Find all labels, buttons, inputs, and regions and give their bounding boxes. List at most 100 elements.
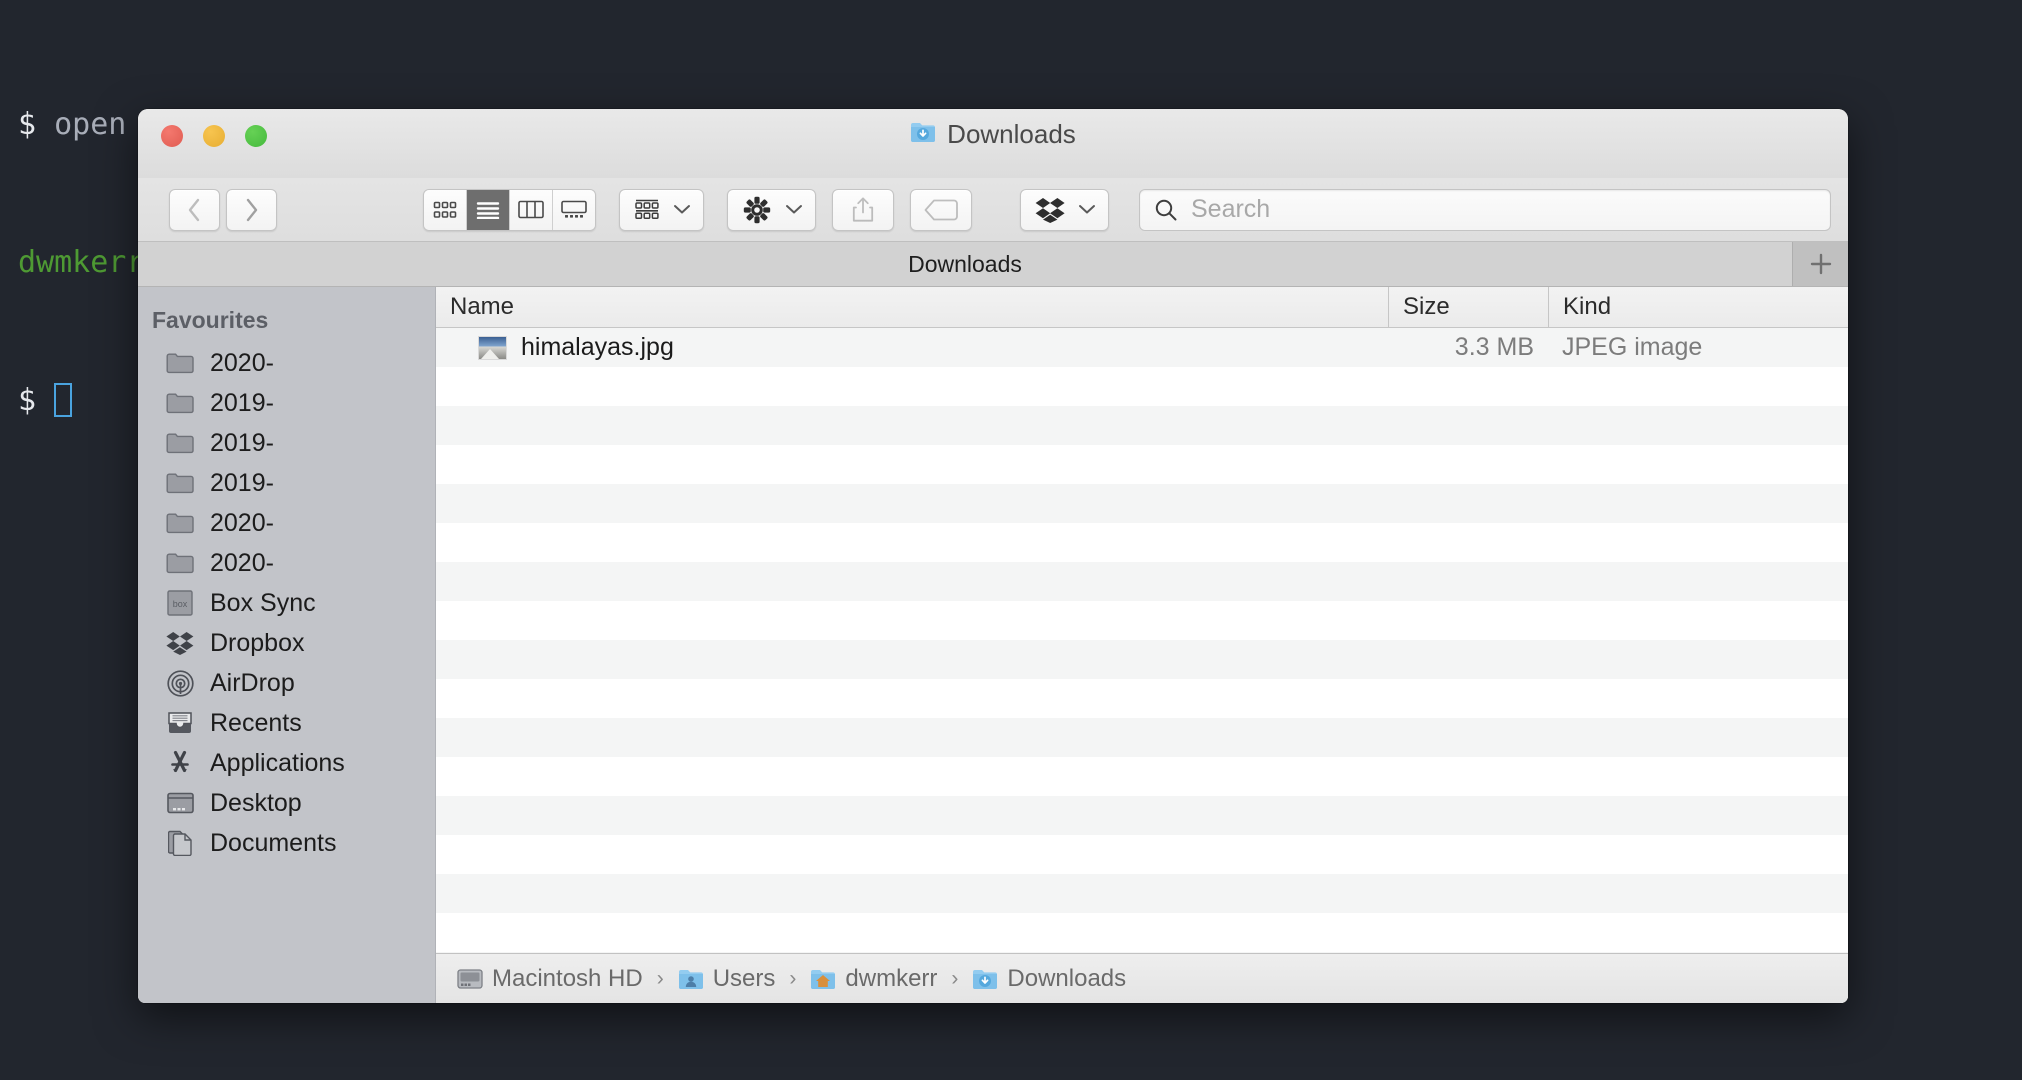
navigation-group (169, 188, 277, 231)
sidebar-item-desktop-11[interactable]: Desktop (138, 783, 435, 823)
share-icon (852, 197, 874, 222)
file-name-cell: himalayas.jpg (436, 333, 1388, 362)
chevron-left-icon (188, 198, 200, 221)
path-bar: Macintosh HD › Users › dwmkerr › Downloads (436, 953, 1848, 1003)
sidebar-item-2019-2[interactable]: 2019- (138, 423, 435, 463)
path-separator-icon: › (789, 966, 797, 990)
path-segment-dwmkerr[interactable]: dwmkerr (810, 965, 937, 993)
table-row[interactable]: himalayas.jpg 3.3 MB JPEG image (436, 328, 1848, 367)
gallery-view-button[interactable] (553, 189, 595, 230)
column-header-name[interactable]: Name (436, 287, 1388, 327)
jpeg-thumbnail (478, 335, 507, 360)
terminal-cursor (54, 383, 73, 417)
sidebar-item-2019-3[interactable]: 2019- (138, 463, 435, 503)
sidebar-item-2020-4[interactable]: 2020- (138, 503, 435, 543)
recents-icon (166, 709, 194, 737)
chevron-down-icon (1079, 205, 1095, 214)
search-field[interactable]: Search (1139, 188, 1831, 231)
path-segment-users[interactable]: Users (678, 964, 776, 993)
action-menu-button[interactable] (727, 188, 816, 231)
sidebar-item-label: Dropbox (210, 628, 305, 657)
file-name-label: himalayas.jpg (521, 333, 674, 361)
path-separator-icon: › (951, 966, 959, 990)
sidebar-item-2020-0[interactable]: 2020- (138, 343, 435, 383)
path-segment-macintosh-hd[interactable]: Macintosh HD (457, 965, 643, 993)
gear-icon (743, 196, 771, 223)
table-row-empty (436, 445, 1848, 484)
tag-icon (924, 199, 958, 220)
sidebar-item-label: Recents (210, 708, 302, 737)
folder-icon (166, 469, 194, 497)
tab-downloads[interactable]: Downloads (138, 242, 1793, 286)
users-folder-icon (678, 968, 704, 990)
svg-text:box: box (173, 599, 188, 609)
box-sync-icon: box (166, 589, 194, 617)
icon-view-button[interactable] (424, 189, 467, 230)
file-rows-container: himalayas.jpg 3.3 MB JPEG image (436, 328, 1848, 953)
file-list-pane: Name Size Kind himalayas.jpg 3.3 MB JPEG i… (436, 287, 1848, 1003)
documents-icon (166, 829, 194, 857)
sidebar-item-label: 2019- (210, 388, 274, 417)
dropbox-menu-button[interactable] (1020, 188, 1109, 231)
edit-tags-button[interactable] (910, 188, 972, 231)
sidebar-item-label: Desktop (210, 788, 302, 817)
column-header-size[interactable]: Size (1388, 287, 1548, 327)
sidebar-item-label: 2020- (210, 548, 274, 577)
sidebar-item-label: AirDrop (210, 668, 295, 697)
window-titlebar[interactable]: Downloads (138, 109, 1848, 178)
new-tab-button[interactable] (1793, 242, 1848, 286)
table-row-empty (436, 523, 1848, 562)
sidebar-item-documents-12[interactable]: Documents (138, 823, 435, 863)
column-view-button[interactable] (510, 189, 553, 230)
sidebar-item-2020-5[interactable]: 2020- (138, 543, 435, 583)
sidebar-section-favourites: Favourites (152, 307, 269, 333)
table-row-empty (436, 679, 1848, 718)
table-row-empty (436, 874, 1848, 913)
path-segment-downloads[interactable]: Downloads (972, 965, 1126, 993)
list-view-button[interactable] (467, 189, 510, 230)
sidebar-item-label: 2020- (210, 348, 274, 377)
airdrop-icon (166, 669, 194, 697)
path-separator-icon: › (656, 966, 664, 990)
sidebar-item-recents-9[interactable]: Recents (138, 703, 435, 743)
file-list-header: Name Size Kind (436, 287, 1848, 328)
sidebar-item-label: Applications (210, 748, 345, 777)
sidebar-item-list: 2020- 2019- 2019- 2019- 2020- 2020- box Box Syn… (138, 343, 435, 863)
table-row-empty (436, 913, 1848, 952)
folder-icon (166, 389, 194, 417)
desktop-icon (166, 789, 194, 817)
column-header-kind[interactable]: Kind (1548, 287, 1848, 327)
dropbox-icon (166, 629, 194, 657)
sidebar: Favourites 2020- 2019- 2019- 2019- 2020- 2020… (138, 287, 436, 1003)
table-row-empty (436, 640, 1848, 679)
sidebar-item-applications-10[interactable]: Applications (138, 743, 435, 783)
grid-icon (433, 201, 457, 218)
share-button[interactable] (832, 188, 894, 231)
sidebar-item-2019-1[interactable]: 2019- (138, 383, 435, 423)
terminal-username: dwmkerr (18, 245, 145, 280)
finder-window: Downloads Search Downloads Favourites 20… (138, 109, 1848, 1003)
path-segment-label: Users (712, 964, 776, 992)
path-segment-label: Macintosh HD (492, 964, 643, 992)
tab-bar: Downloads (138, 242, 1848, 287)
chevron-down-icon (786, 205, 802, 214)
back-button[interactable] (169, 188, 220, 231)
sidebar-item-label: 2019- (210, 428, 274, 457)
list-icon (476, 201, 500, 219)
sidebar-item-airdrop-8[interactable]: AirDrop (138, 663, 435, 703)
gallery-icon (561, 200, 587, 218)
columns-icon (518, 200, 544, 219)
downloads-folder-icon (910, 119, 936, 150)
sidebar-item-label: 2020- (210, 508, 274, 537)
arrange-by-button[interactable] (619, 188, 704, 231)
applications-icon (166, 749, 194, 777)
sidebar-item-box-sync-6[interactable]: box Box Sync (138, 583, 435, 623)
folder-icon (166, 429, 194, 457)
dropbox-icon (1035, 197, 1065, 223)
folder-icon (166, 549, 194, 577)
table-row-empty (436, 835, 1848, 874)
arrange-icon (635, 199, 659, 219)
view-mode-segmented-control (423, 188, 596, 231)
forward-button[interactable] (226, 188, 277, 231)
sidebar-item-dropbox-7[interactable]: Dropbox (138, 623, 435, 663)
